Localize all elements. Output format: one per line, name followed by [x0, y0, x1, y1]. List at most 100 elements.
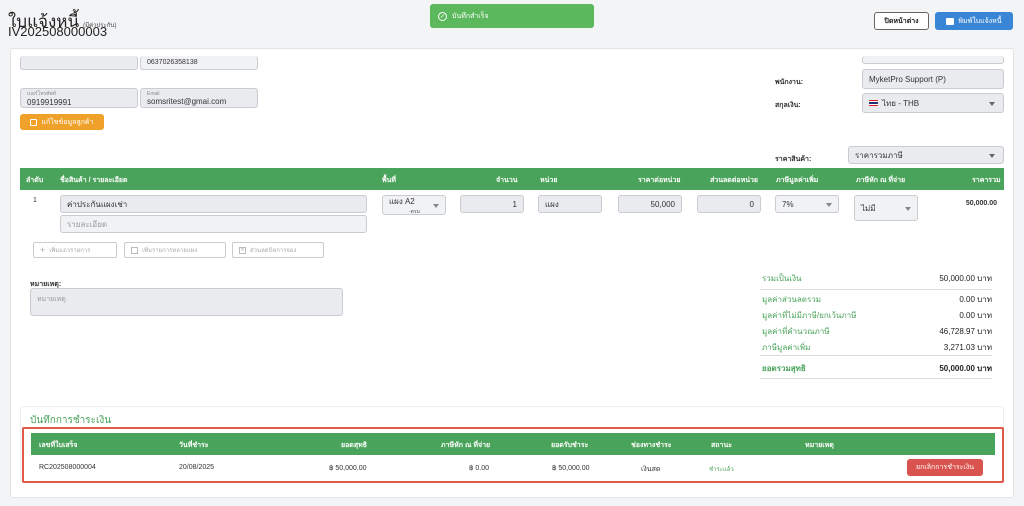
summary-label: รวมเป็นเงิน: [762, 274, 802, 283]
price-type-value: ราคารวมภาษี: [855, 150, 903, 160]
chevron-down-icon: [905, 207, 911, 211]
pth-channel: ช่องทางชำระ: [631, 442, 672, 449]
print-label: พิมพ์ใบแจ้งหนี้: [958, 17, 1002, 25]
pth-received: ยอดรับชำระ: [551, 442, 589, 449]
summary-divider-3: [760, 378, 992, 379]
payment-date: 20/08/2025: [179, 464, 215, 471]
th-index: ลำดับ: [26, 177, 44, 184]
phone-field[interactable]: เบอร์โทรศัพท์ 0919919991: [20, 88, 138, 108]
th-qty: จำนวน: [496, 177, 518, 184]
item-name-field[interactable]: ค่าประกันแผงเช่า: [60, 195, 367, 213]
chevron-down-icon: [433, 204, 439, 208]
toast-message: บันทึกสำเร็จ: [452, 12, 489, 20]
summary-row: มูลค่าที่ไม่มีภาษี/ยกเว้นภาษี 0.00 บาท: [762, 309, 992, 323]
payment-row: RC202508000004 20/08/2025 ฿ 50,000.00 ฿ …: [31, 456, 995, 478]
staff-field[interactable]: MyketPro Support (P): [862, 69, 1004, 89]
add-row-label: เพิ่มแถวรายการ: [49, 248, 91, 254]
success-toast: ✓ บันทึกสำเร็จ: [430, 4, 594, 28]
summary-value: 50,000.00 บาท: [939, 274, 992, 283]
area-sub: -ตรม: [409, 208, 420, 215]
chevron-down-icon: [989, 102, 995, 106]
email-field[interactable]: Email somsritest@gmai.com: [140, 88, 258, 108]
item-total: 50,000.00: [965, 200, 997, 207]
net-total-row: ยอดรวมสุทธิ 50,000.00 บาท: [762, 362, 992, 376]
area-select[interactable]: แผง A2 -ตรม: [382, 195, 446, 215]
payment-received: ฿ 50,000.00: [552, 465, 590, 472]
th-name: ชื่อสินค้า / รายละเอียด: [60, 177, 128, 184]
summary-label: มูลค่าที่ไม่มีภาษี/ยกเว้นภาษี: [762, 311, 857, 320]
add-multi-label: เพิ่มรายการหลายแผง: [142, 248, 198, 254]
payments-title: บันทึกการชำระเงิน: [30, 415, 112, 426]
currency-value: ไทย - THB: [882, 98, 920, 108]
pth-note: หมายเหตุ: [805, 442, 834, 449]
payment-channel: เงินสด: [641, 466, 661, 473]
summary-row: มูลค่าส่วนลดรวม 0.00 บาท: [762, 293, 992, 307]
chevron-down-icon: [989, 154, 995, 158]
payment-receipt: RC202508000004: [39, 464, 96, 471]
qty-field[interactable]: 1: [460, 195, 524, 213]
cut-field-left[interactable]: [20, 56, 138, 70]
price-type-select[interactable]: ราคารวมภาษี: [848, 146, 1004, 164]
cancel-payment-button[interactable]: ยกเลิกการชำระเงิน: [907, 459, 983, 476]
summary-divider-2: [760, 355, 992, 356]
right-cut-field[interactable]: [862, 56, 1004, 64]
printer-icon: [946, 17, 955, 25]
payments-table-header: เลขที่ใบเสร็จ วันที่ชำระ ยอดสุทธิ ภาษีหั…: [31, 433, 995, 455]
close-window-button[interactable]: ปิดหน้าต่าง: [874, 12, 929, 30]
vat-select[interactable]: 7%: [775, 195, 839, 213]
edit-customer-button[interactable]: แก้ไขข้อมูลลูกค้า: [20, 114, 104, 130]
summary-row: ภาษีมูลค่าเพิ่ม 3,271.03 บาท: [762, 341, 992, 355]
summary-label: มูลค่าที่คำนวณภาษี: [762, 327, 830, 336]
chevron-down-icon: [826, 203, 832, 207]
summary-row: มูลค่าที่คำนวณภาษี 46,728.97 บาท: [762, 325, 992, 339]
payment-net: ฿ 50,000.00: [329, 465, 367, 472]
wht-value: ไม่มี: [861, 203, 876, 213]
th-vat: ภาษีมูลค่าเพิ่ม: [776, 177, 819, 184]
discount-field[interactable]: 0: [697, 195, 761, 213]
currency-select[interactable]: ไทย - THB: [862, 93, 1004, 113]
net-total-value: 50,000.00 บาท: [939, 364, 992, 373]
pth-wht: ภาษีหัก ณ ที่จ่าย: [441, 442, 491, 449]
item-index: 1: [33, 197, 37, 204]
print-invoice-button[interactable]: พิมพ์ใบแจ้งหนี้: [935, 12, 1013, 30]
wht-select[interactable]: ไม่มี: [854, 195, 918, 221]
summary-row: รวมเป็นเงิน 50,000.00 บาท: [762, 272, 992, 286]
add-row-button[interactable]: + เพิ่มแถวรายการ: [33, 242, 117, 258]
plus-icon: +: [40, 245, 46, 255]
email-value: somsritest@gmai.com: [147, 96, 227, 106]
th-unit-price: ราคาต่อหน่วย: [638, 177, 681, 184]
add-multi-button[interactable]: เพิ่มรายการหลายแผง: [124, 242, 226, 258]
th-unit: หน่วย: [540, 177, 558, 184]
pth-date: วันที่ชำระ: [179, 442, 209, 449]
item-detail-field[interactable]: รายละเอียด: [60, 215, 367, 233]
booking-discount-label: ส่วนลดบิลการจอง: [250, 248, 297, 254]
pth-receipt: เลขที่ใบเสร็จ: [39, 442, 78, 449]
unit-price-field[interactable]: 50,000: [618, 195, 682, 213]
summary-label: ภาษีมูลค่าเพิ่ม: [762, 343, 811, 352]
thai-flag-icon: [869, 100, 878, 106]
cut-field-right[interactable]: 0637026358138: [140, 56, 258, 70]
area-value: แผง A2: [389, 196, 415, 206]
summary-label: มูลค่าส่วนลดรวม: [762, 295, 822, 304]
currency-label: สกุลเงิน:: [775, 102, 801, 109]
pth-net: ยอดสุทธิ: [341, 442, 368, 449]
document-number: IV202508000003: [8, 24, 108, 39]
vat-value: 7%: [782, 199, 794, 209]
th-area: พื้นที่: [382, 177, 397, 184]
copy-icon: [131, 246, 138, 254]
phone-value: 0919919991: [27, 97, 72, 107]
th-discount: ส่วนลดต่อหน่วย: [710, 177, 759, 184]
payment-wht: ฿ 0.00: [469, 465, 490, 472]
calendar-edit-icon: [30, 118, 38, 126]
check-circle-icon: ✓: [438, 11, 447, 21]
note-field[interactable]: หมายเหตุ: [30, 288, 343, 316]
phone-label: เบอร์โทรศัพท์: [27, 90, 57, 97]
summary-value: 0.00 บาท: [959, 295, 992, 304]
unit-field[interactable]: แผง: [538, 195, 602, 213]
staff-label: พนักงาน:: [775, 79, 804, 86]
th-total: ราคารวม: [972, 177, 1001, 184]
booking-discount-button[interactable]: ✕ ส่วนลดบิลการจอง: [232, 242, 324, 258]
net-total-label: ยอดรวมสุทธิ: [762, 364, 806, 373]
payment-status: ชำระแล้ว: [709, 467, 734, 473]
price-type-label: ราคาสินค้า:: [775, 156, 812, 163]
